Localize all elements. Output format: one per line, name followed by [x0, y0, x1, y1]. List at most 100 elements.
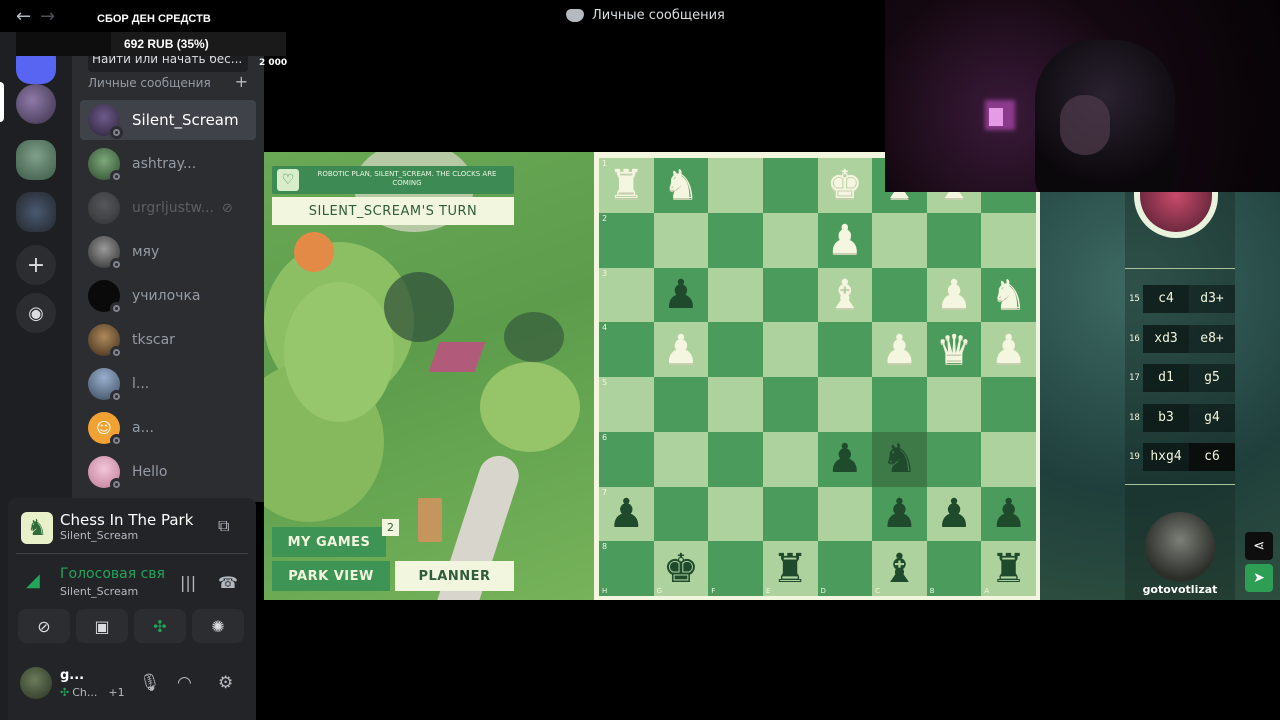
board-square[interactable]: [926, 377, 982, 432]
white-move[interactable]: c4: [1143, 285, 1189, 313]
dm-item-silent-scream[interactable]: Silent_Scream: [80, 100, 256, 140]
black-pawn-icon[interactable]: ♟: [608, 494, 644, 534]
board-square[interactable]: ♟: [981, 322, 1036, 377]
heart-icon[interactable]: ♡: [277, 169, 299, 191]
board-square[interactable]: [653, 377, 709, 432]
black-rook-icon[interactable]: ♜: [991, 549, 1027, 589]
dm-item-urgrljustw[interactable]: urgrljustw... ⊘: [80, 188, 256, 228]
board-square[interactable]: [653, 431, 709, 487]
white-bishop-icon[interactable]: ♝: [827, 275, 863, 315]
board-square[interactable]: [817, 377, 873, 432]
board-square[interactable]: [708, 431, 763, 487]
board-square[interactable]: [872, 377, 927, 432]
white-move[interactable]: xd3: [1143, 324, 1189, 353]
add-server-button[interactable]: +: [16, 245, 56, 285]
black-move[interactable]: g4: [1189, 403, 1235, 432]
park-view-button[interactable]: PARK VIEW: [272, 561, 390, 591]
soundboard-button[interactable]: ✺: [192, 609, 244, 643]
board-square[interactable]: [762, 267, 818, 323]
board-square[interactable]: ♞: [653, 158, 709, 213]
black-knight-icon[interactable]: ♞: [882, 439, 918, 479]
screen-share-button[interactable]: ▣: [76, 609, 128, 643]
board-square[interactable]: [708, 486, 763, 542]
board-square[interactable]: [708, 212, 763, 268]
board-square[interactable]: 4: [599, 322, 654, 377]
black-king-icon[interactable]: ♚: [663, 549, 699, 589]
settings-gear-icon[interactable]: ⚙: [218, 673, 233, 693]
board-square[interactable]: 5: [599, 377, 654, 432]
board-square[interactable]: ♟: [653, 267, 709, 323]
board-square[interactable]: 1 ♜: [599, 158, 654, 213]
board-square[interactable]: G ♚: [653, 541, 709, 596]
board-square[interactable]: [926, 431, 982, 487]
activities-button[interactable]: ✣: [134, 609, 186, 643]
user-avatar[interactable]: [20, 667, 52, 699]
send-icon[interactable]: ➤: [1245, 564, 1273, 592]
share-icon[interactable]: ⋖: [1245, 532, 1273, 560]
dm-item-ashtray[interactable]: ashtray...: [80, 144, 256, 184]
headphones-icon[interactable]: ◠: [177, 673, 192, 693]
black-bishop-icon[interactable]: ♝: [882, 549, 918, 589]
board-square[interactable]: [926, 212, 982, 268]
board-square[interactable]: ♟: [981, 486, 1036, 542]
board-square[interactable]: C ♝: [872, 541, 927, 596]
white-queen-icon[interactable]: ♛: [936, 330, 972, 370]
board-square[interactable]: [762, 212, 818, 268]
board-square[interactable]: [653, 212, 709, 268]
white-move[interactable]: d1: [1143, 364, 1189, 392]
board-square[interactable]: 6: [599, 431, 654, 487]
board-square[interactable]: ♟: [926, 267, 982, 323]
dm-item-hello[interactable]: Hello: [80, 452, 256, 492]
board-square[interactable]: ♝: [817, 267, 873, 323]
board-square[interactable]: ♞: [981, 267, 1036, 323]
board-square[interactable]: [708, 267, 763, 323]
dm-item-myau[interactable]: мяу: [80, 232, 256, 272]
dm-item-l[interactable]: l...: [80, 364, 256, 404]
white-pawn-icon[interactable]: ♟: [991, 330, 1027, 370]
black-pawn-icon[interactable]: ♟: [663, 275, 699, 315]
server-folder[interactable]: [16, 192, 56, 232]
board-square[interactable]: B: [926, 541, 982, 596]
black-pawn-icon[interactable]: ♟: [936, 494, 972, 534]
white-pawn-icon[interactable]: ♟: [882, 330, 918, 370]
dm-item-uchilochka[interactable]: училочка: [80, 276, 256, 316]
white-move[interactable]: hxg4: [1143, 443, 1189, 471]
white-pawn-icon[interactable]: ♟: [827, 220, 863, 260]
board-square[interactable]: [872, 267, 927, 323]
server-avatar-1[interactable]: [16, 84, 56, 124]
board-square[interactable]: [708, 322, 763, 377]
white-knight-icon[interactable]: ♞: [663, 165, 699, 205]
board-square[interactable]: [762, 158, 818, 213]
microphone-icon[interactable]: 🎙︎: [139, 673, 161, 693]
board-square[interactable]: 7 ♟: [599, 486, 654, 542]
board-square[interactable]: ♟: [926, 486, 982, 542]
disconnect-icon[interactable]: ☎: [218, 573, 238, 592]
black-move[interactable]: e8+: [1189, 324, 1235, 353]
white-rook-icon[interactable]: ♜: [608, 165, 644, 205]
white-move[interactable]: b3: [1143, 403, 1189, 432]
board-square[interactable]: [872, 212, 927, 268]
camera-off-button[interactable]: ⊘: [18, 609, 70, 643]
back-arrow-icon[interactable]: ←: [16, 6, 31, 27]
white-pawn-icon[interactable]: ♟: [936, 275, 972, 315]
black-pawn-icon[interactable]: ♟: [827, 439, 863, 479]
board-square[interactable]: [817, 486, 873, 542]
board-square[interactable]: F: [708, 541, 763, 596]
board-square[interactable]: ♛: [926, 322, 982, 377]
board-square[interactable]: [708, 158, 763, 213]
board-square[interactable]: ♟: [653, 322, 709, 377]
board-square[interactable]: [708, 377, 763, 432]
board-square[interactable]: 2: [599, 212, 654, 268]
forward-arrow-icon[interactable]: →: [40, 6, 55, 27]
board-square[interactable]: ♞: [872, 431, 927, 487]
board-square[interactable]: ♟: [817, 431, 873, 487]
board-square[interactable]: [981, 431, 1036, 487]
popout-icon[interactable]: ⧉: [218, 516, 229, 536]
board-square[interactable]: 8H: [599, 541, 654, 596]
my-games-button[interactable]: MY GAMES: [272, 527, 386, 557]
board-square[interactable]: E ♜: [762, 541, 818, 596]
white-pawn-icon[interactable]: ♟: [663, 330, 699, 370]
board-square[interactable]: [653, 486, 709, 542]
board-square[interactable]: ♟: [872, 486, 927, 542]
board-square[interactable]: [981, 377, 1036, 432]
